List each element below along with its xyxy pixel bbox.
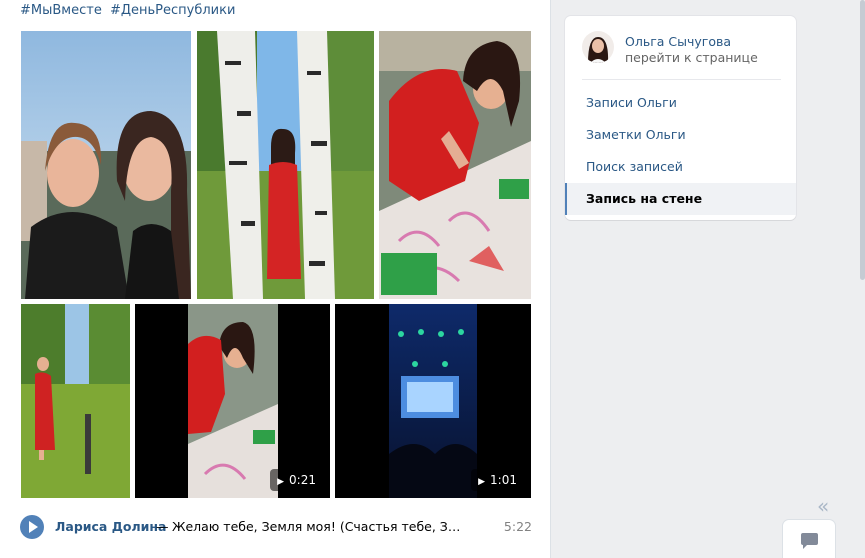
divider — [582, 79, 781, 80]
photo-drawing-table[interactable] — [379, 31, 531, 299]
video-duration: ▶ 0:21 — [270, 469, 323, 491]
audio-title: Желаю тебе, Земля моя! (Счастья тебе, Зе… — [172, 519, 462, 534]
video-drawing[interactable]: ▶ 0:21 — [135, 304, 330, 498]
hashtag-link[interactable]: #ДеньРеспублики — [110, 3, 235, 18]
hashtags: #МыВместе #ДеньРеспублики — [20, 3, 239, 18]
wall-menu: Ольга Сычугова перейти к странице Записи… — [565, 16, 796, 220]
chat-button[interactable] — [783, 520, 835, 558]
hashtag-link[interactable]: #МыВместе — [20, 3, 102, 18]
play-icon[interactable] — [20, 515, 44, 539]
menu-item-search[interactable]: Поиск записей — [565, 151, 796, 183]
play-icon: ▶ — [478, 477, 486, 487]
wall-post: #МыВместе #ДеньРеспублики ▶ 0:21 ▶ 1:01 … — [0, 0, 551, 558]
audio-separator: — — [156, 519, 169, 534]
photo-selfie[interactable] — [21, 31, 191, 299]
user-name-link[interactable]: Ольга Сычугова — [625, 34, 731, 49]
audio-track: Лариса Долина — Желаю тебе, Земля моя! (… — [20, 514, 532, 540]
video-concert[interactable]: ▶ 1:01 — [335, 304, 531, 498]
audio-duration: 5:22 — [503, 519, 532, 534]
duration-text: 0:21 — [289, 473, 316, 487]
double-chevron-left-icon[interactable]: « — [817, 494, 829, 518]
chat-bubble-icon — [801, 533, 818, 549]
photo-birch-trees[interactable] — [197, 31, 374, 299]
menu-item-notes[interactable]: Заметки Ольги — [565, 119, 796, 151]
duration-text: 1:01 — [490, 473, 517, 487]
audio-artist[interactable]: Лариса Долина — [55, 519, 166, 534]
photo-park[interactable] — [21, 304, 130, 498]
menu-item-wall-post[interactable]: Запись на стене — [565, 183, 796, 215]
menu-item-posts[interactable]: Записи Ольги — [565, 87, 796, 119]
scrollbar[interactable] — [860, 0, 865, 280]
video-duration: ▶ 1:01 — [471, 469, 524, 491]
play-icon: ▶ — [277, 477, 285, 487]
go-to-page-link[interactable]: перейти к странице — [625, 50, 758, 65]
avatar[interactable] — [582, 31, 614, 63]
